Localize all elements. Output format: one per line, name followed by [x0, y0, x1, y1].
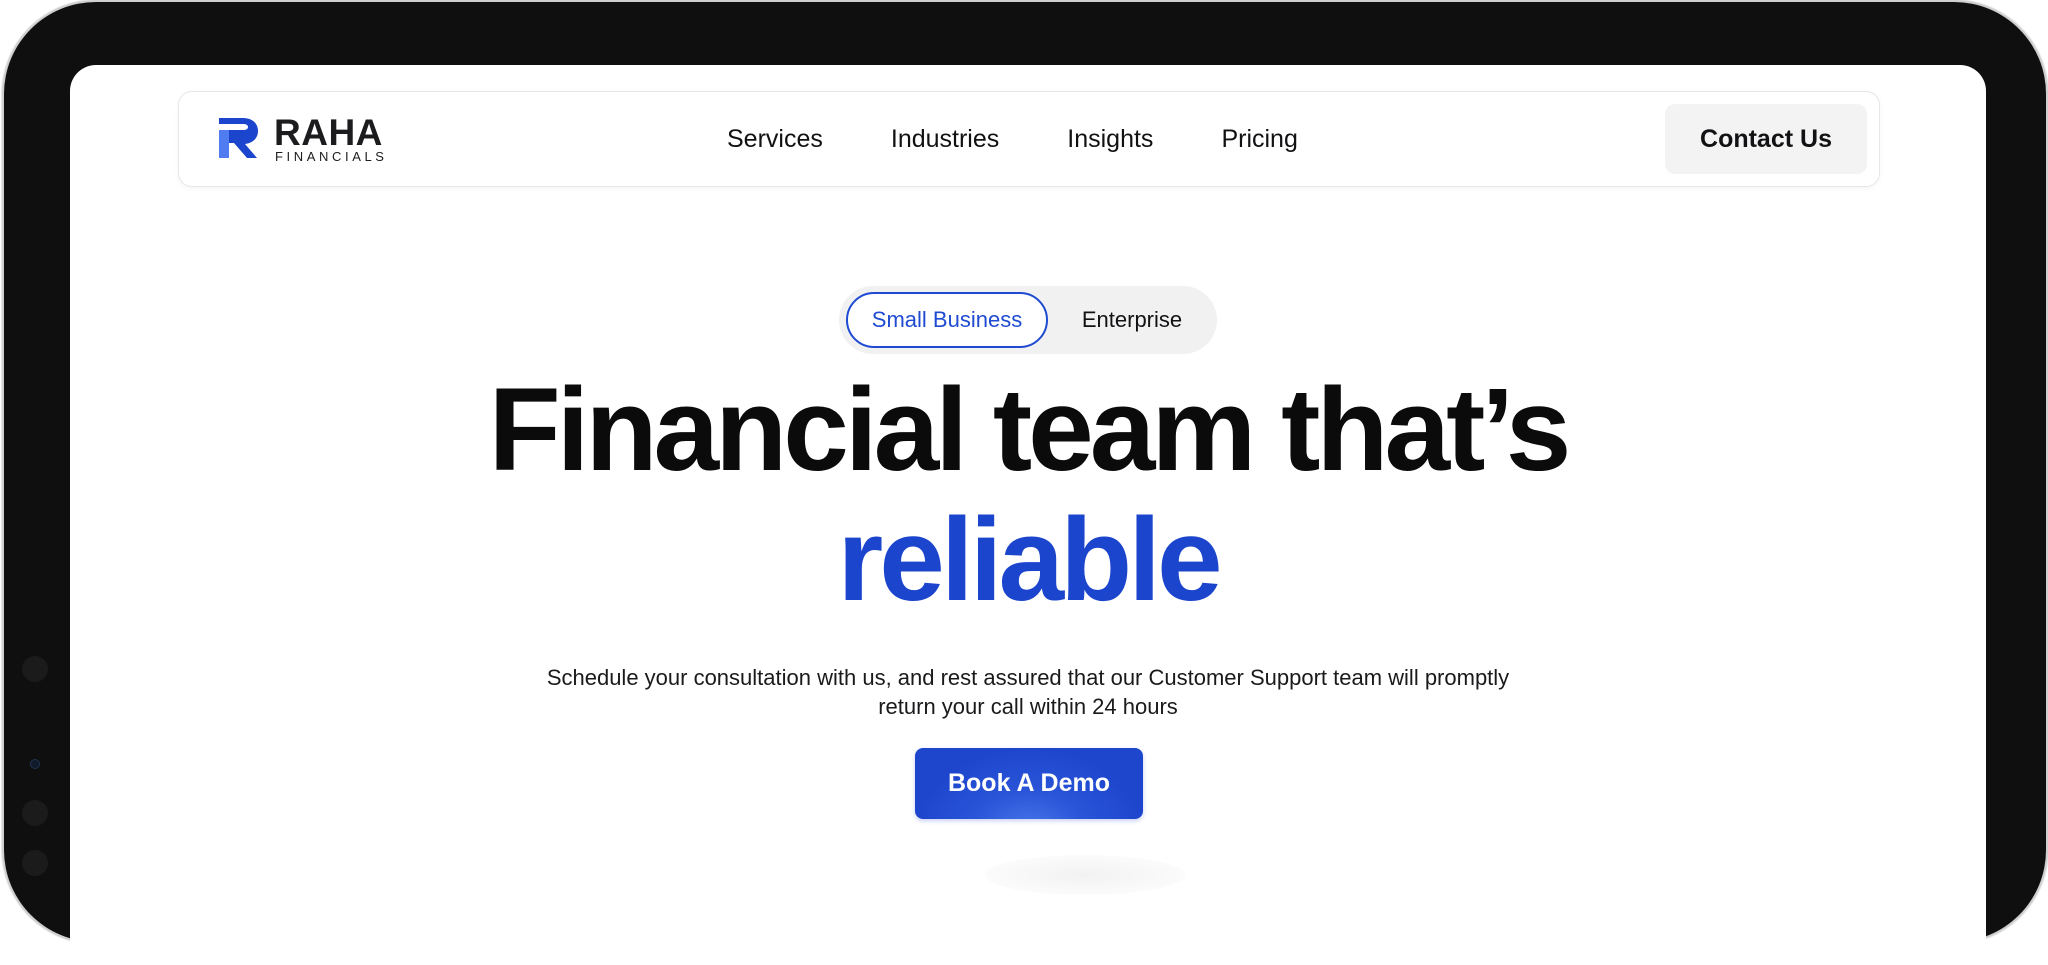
main-nav: Services Industries Insights Pricing — [727, 92, 1298, 186]
device-side-button — [22, 850, 48, 876]
nav-link-industries[interactable]: Industries — [891, 125, 999, 154]
brand-logo[interactable]: RAHA FINANCIALS — [217, 114, 397, 164]
brand-name: RAHA — [274, 112, 383, 153]
tablet-frame: RAHA FINANCIALS Services Industries Insi… — [4, 2, 2046, 965]
device-camera — [31, 760, 39, 768]
hero-headline: Financial team that’s — [488, 364, 1572, 496]
toggle-option-small-business[interactable]: Small Business — [846, 292, 1048, 348]
nav-link-pricing[interactable]: Pricing — [1221, 125, 1297, 154]
decorative-shadow — [985, 855, 1185, 895]
hero-headline-highlight: reliable — [837, 494, 1222, 626]
top-navbar: RAHA FINANCIALS Services Industries Insi… — [178, 91, 1880, 187]
website-screen: RAHA FINANCIALS Services Industries Insi… — [70, 65, 1986, 965]
raha-logo-icon — [219, 118, 258, 158]
brand-tagline: FINANCIALS — [275, 149, 388, 164]
nav-link-services[interactable]: Services — [727, 125, 823, 154]
contact-us-button[interactable]: Contact Us — [1665, 104, 1867, 174]
toggle-option-enterprise[interactable]: Enterprise — [1057, 292, 1207, 348]
book-demo-button[interactable]: Book A Demo — [915, 748, 1143, 819]
device-side-button — [22, 656, 48, 682]
device-side-button — [22, 800, 48, 826]
hero-subtext: Schedule your consultation with us, and … — [546, 665, 1510, 719]
nav-link-insights[interactable]: Insights — [1067, 125, 1153, 154]
business-type-toggle: Small Business Enterprise — [839, 286, 1217, 354]
